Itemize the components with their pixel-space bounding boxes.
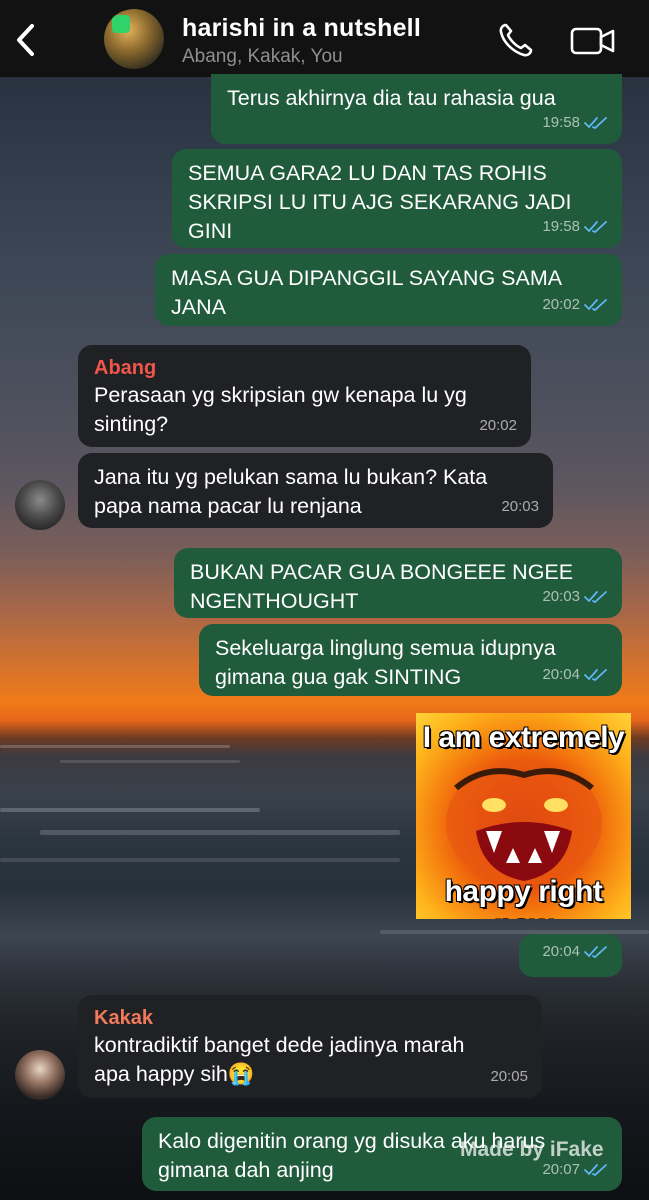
video-camera-icon[interactable] bbox=[570, 26, 616, 56]
watermark-text: Made by iFake bbox=[460, 1138, 604, 1161]
double-check-icon bbox=[584, 590, 607, 603]
message-meta: 20:03 bbox=[501, 492, 539, 521]
wallpaper-wave bbox=[0, 858, 400, 862]
message-bubble-outgoing[interactable]: BUKAN PACAR GUA BONGEEE NGEE NGENTHOUGHT… bbox=[174, 548, 622, 618]
message-text: Perasaan yg skripsian gw kenapa lu yg si… bbox=[94, 383, 467, 436]
message-bubble-incoming[interactable]: Jana itu yg pelukan sama lu bukan? Kata … bbox=[78, 453, 553, 528]
chat-participants[interactable]: Abang, Kakak, You bbox=[182, 46, 343, 68]
message-time: 20:02 bbox=[542, 296, 580, 313]
sticker-caption-bottom: happy right now bbox=[444, 875, 603, 919]
sender-avatar[interactable] bbox=[15, 1050, 65, 1100]
message-time: 20:04 bbox=[542, 666, 580, 683]
sticker-caption-top: I am extremely bbox=[422, 721, 625, 754]
message-meta: 19:58 bbox=[542, 108, 608, 137]
message-time: 20:05 bbox=[490, 1068, 528, 1085]
chat-title[interactable]: harishi in a nutshell bbox=[182, 14, 421, 43]
sender-name[interactable]: Kakak bbox=[94, 1005, 528, 1031]
message-meta: 19:58 bbox=[542, 212, 608, 241]
double-check-icon bbox=[584, 220, 607, 233]
message-time: 20:04 bbox=[542, 943, 580, 960]
sticker-image[interactable]: I am extremely happy right now bbox=[416, 713, 631, 919]
chat-header: harishi in a nutshell Abang, Kakak, You bbox=[0, 0, 649, 77]
group-avatar[interactable] bbox=[104, 9, 164, 69]
message-time: 20:03 bbox=[501, 498, 539, 515]
message-time: 20:02 bbox=[479, 417, 517, 434]
double-check-icon bbox=[584, 116, 607, 129]
wallpaper-wave bbox=[0, 808, 260, 812]
double-check-icon bbox=[584, 668, 607, 681]
message-bubble-outgoing[interactable]: MASA GUA DIPANGGIL SAYANG SAMA JANA 20:0… bbox=[155, 254, 622, 326]
phone-icon[interactable] bbox=[497, 22, 535, 58]
message-bubble-outgoing[interactable]: Sekeluarga linglung semua idupnya gimana… bbox=[199, 624, 622, 696]
message-time: 19:58 bbox=[542, 114, 580, 131]
double-check-icon bbox=[584, 1163, 607, 1176]
message-bubble-outgoing[interactable]: SEMUA GARA2 LU DAN TAS ROHIS SKRIPSI LU … bbox=[172, 149, 622, 248]
message-bubble-incoming[interactable]: Abang Perasaan yg skripsian gw kenapa lu… bbox=[78, 345, 531, 447]
message-meta: 20:04 bbox=[542, 937, 608, 966]
message-meta: 20:03 bbox=[542, 582, 608, 611]
message-meta: 20:02 bbox=[479, 411, 517, 440]
chevron-left-icon[interactable] bbox=[12, 22, 40, 58]
wallpaper-wave bbox=[60, 760, 240, 763]
message-time: 19:58 bbox=[542, 218, 580, 235]
message-text: Jana itu yg pelukan sama lu bukan? Kata … bbox=[94, 465, 488, 518]
wallpaper-wave bbox=[40, 830, 400, 835]
sticker-meta-pill: 20:04 bbox=[519, 934, 622, 977]
message-meta: 20:02 bbox=[542, 290, 608, 319]
double-check-icon bbox=[584, 298, 607, 311]
sender-avatar[interactable] bbox=[15, 480, 65, 530]
double-check-icon bbox=[584, 945, 607, 958]
message-text: kontradiktif banget dede jadinya marah a… bbox=[94, 1033, 465, 1086]
message-time: 20:03 bbox=[542, 588, 580, 605]
message-bubble-outgoing[interactable]: Terus akhirnya dia tau rahasia gua 19:58 bbox=[211, 74, 622, 144]
message-bubble-incoming[interactable]: Kakak kontradiktif banget dede jadinya m… bbox=[78, 995, 542, 1098]
avatar-badge bbox=[112, 15, 130, 33]
sender-name[interactable]: Abang bbox=[94, 355, 517, 381]
wallpaper-wave bbox=[0, 745, 230, 748]
message-meta: 20:04 bbox=[542, 660, 608, 689]
message-meta: 20:05 bbox=[490, 1062, 528, 1091]
